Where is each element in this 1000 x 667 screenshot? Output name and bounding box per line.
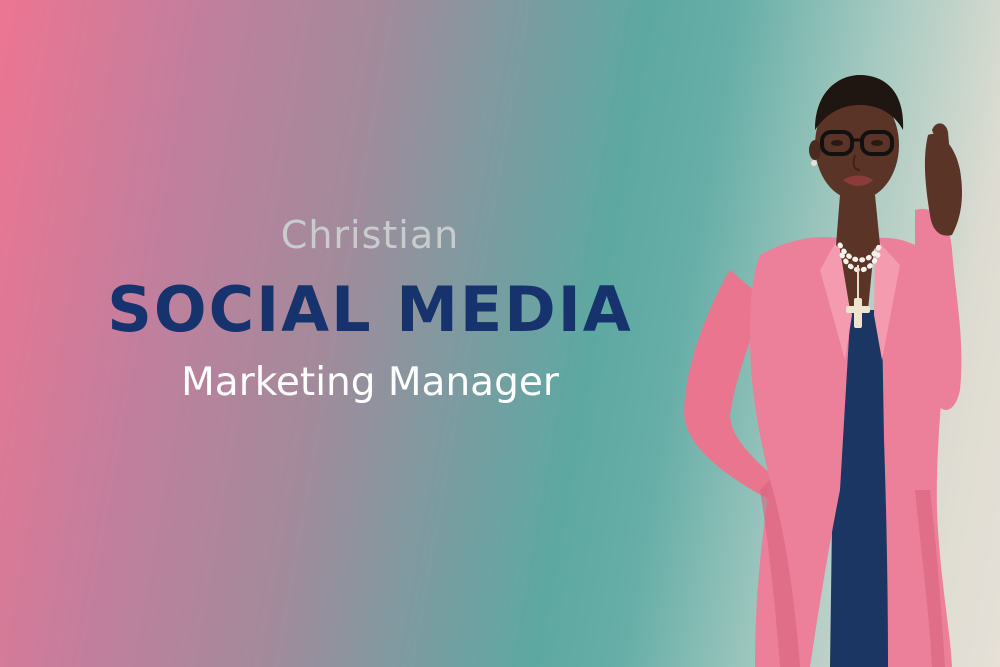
woman-illustration-icon — [684, 75, 963, 667]
banner-canvas: Christian SOCIAL MEDIA Marketing Manager — [0, 0, 1000, 667]
subheadline-text: Marketing Manager — [181, 359, 559, 405]
headline-text: SOCIAL MEDIA — [107, 272, 633, 346]
kicker-text: Christian — [280, 213, 460, 257]
title-block: Christian SOCIAL MEDIA Marketing Manager — [60, 213, 680, 405]
